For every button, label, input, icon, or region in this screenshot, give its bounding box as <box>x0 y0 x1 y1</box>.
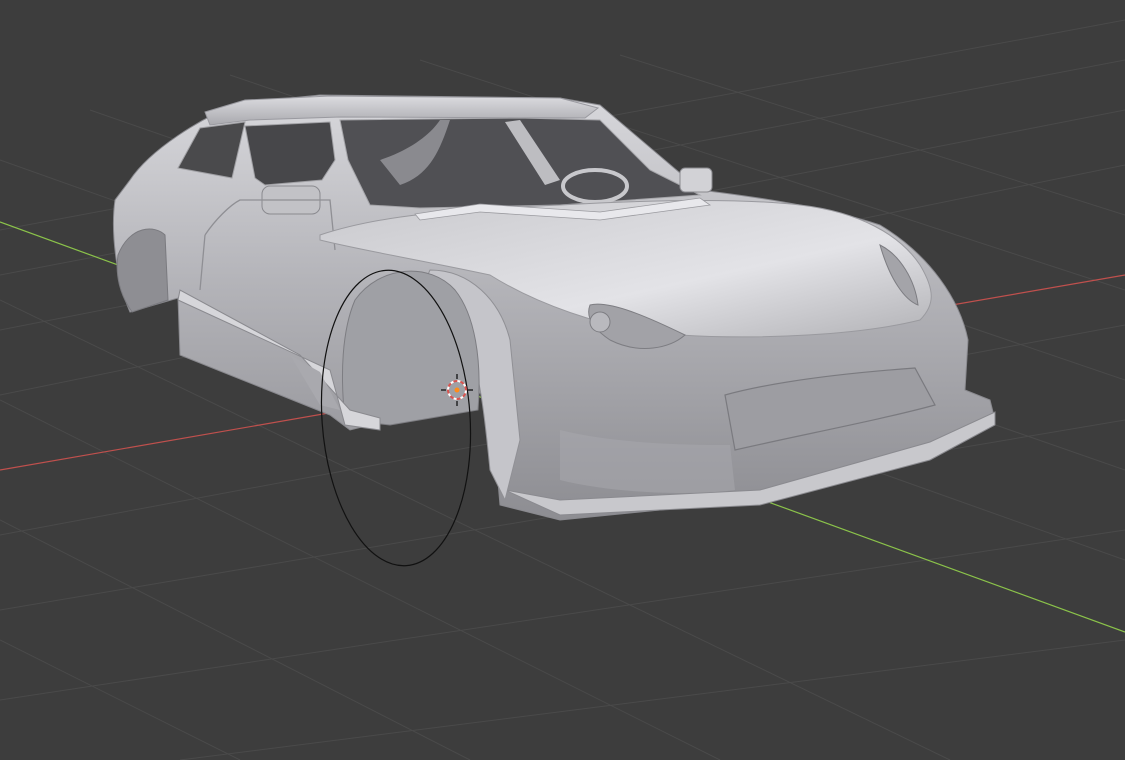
origin-dot <box>454 387 460 393</box>
3d-viewport[interactable] <box>0 0 1125 760</box>
side-mirror-right <box>679 167 713 193</box>
